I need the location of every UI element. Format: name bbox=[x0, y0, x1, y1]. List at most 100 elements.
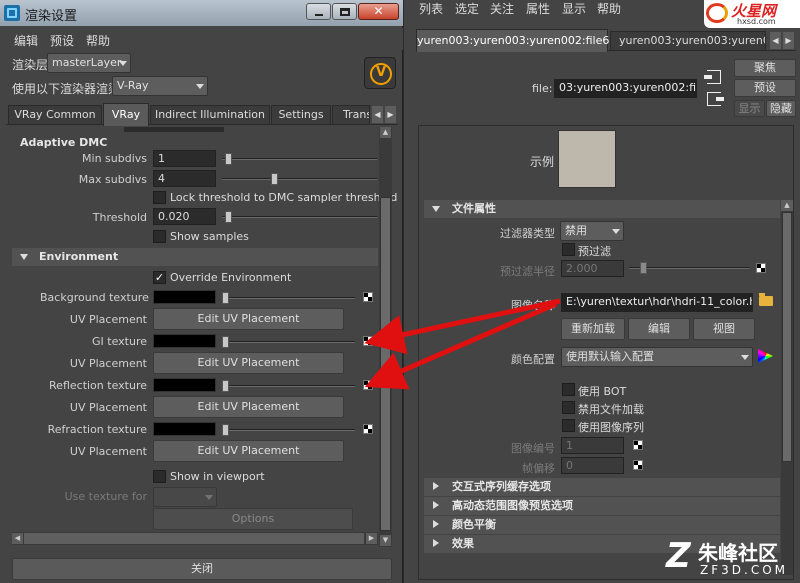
vertical-scrollbar[interactable]: ▲ ▼ bbox=[379, 127, 392, 547]
hide-button[interactable]: 隐藏 bbox=[766, 100, 796, 117]
threshold-field[interactable]: 0.020 bbox=[153, 208, 216, 225]
override-environment-checkbox[interactable]: ✓ bbox=[153, 271, 166, 284]
prefilter-radius-slider[interactable] bbox=[629, 262, 749, 274]
threshold-slider[interactable] bbox=[222, 211, 377, 223]
edit-button[interactable]: 编辑 bbox=[628, 318, 690, 340]
edit-uv-placement-button[interactable]: Edit UV Placement bbox=[153, 352, 344, 374]
input-connection-icon[interactable] bbox=[704, 70, 721, 84]
texture-color-swatch[interactable] bbox=[153, 422, 216, 436]
scroll-thumb[interactable] bbox=[24, 533, 364, 544]
maximize-button[interactable] bbox=[332, 3, 357, 20]
frame-offset-field[interactable]: 0 bbox=[561, 457, 624, 474]
reload-button[interactable]: 重新加载 bbox=[561, 318, 625, 340]
menu-attributes[interactable]: 属性 bbox=[526, 0, 550, 17]
tab-scroll-left-icon[interactable]: ◀ bbox=[770, 32, 781, 49]
slider-handle[interactable] bbox=[222, 380, 229, 392]
collapsed-section-header[interactable]: 高动态范围图像预览选项 bbox=[424, 497, 780, 515]
environment-section-header[interactable]: Environment bbox=[12, 248, 378, 266]
max-subdivs-field[interactable]: 4 bbox=[153, 170, 216, 187]
collapsed-section-header[interactable]: 交互式序列缓存选项 bbox=[424, 478, 780, 496]
scroll-thumb[interactable] bbox=[782, 212, 792, 462]
vertical-scrollbar[interactable]: ▲ bbox=[781, 200, 793, 575]
tab-scroll-right-icon[interactable]: ▶ bbox=[385, 106, 396, 123]
lock-threshold-checkbox[interactable] bbox=[153, 191, 166, 204]
map-button-icon[interactable] bbox=[633, 440, 643, 450]
slider-handle[interactable] bbox=[222, 424, 229, 436]
show-in-viewport-checkbox[interactable] bbox=[153, 470, 166, 483]
tab-vray[interactable]: VRay bbox=[103, 103, 149, 126]
texture-slider[interactable] bbox=[222, 292, 355, 304]
map-button-icon[interactable] bbox=[363, 336, 373, 346]
texture-color-swatch[interactable] bbox=[153, 378, 216, 392]
menu-focus[interactable]: 关注 bbox=[490, 0, 514, 17]
filter-type-dropdown[interactable]: 禁用 bbox=[560, 221, 624, 241]
prefilter-checkbox[interactable] bbox=[562, 243, 575, 256]
output-connection-icon[interactable] bbox=[707, 92, 724, 106]
texture-color-swatch[interactable] bbox=[153, 334, 216, 348]
map-button-icon[interactable] bbox=[363, 380, 373, 390]
min-subdivs-slider[interactable] bbox=[222, 153, 377, 165]
horizontal-scrollbar[interactable]: ◀ ▶ bbox=[12, 532, 378, 545]
scroll-down-icon[interactable]: ▼ bbox=[380, 535, 391, 546]
menu-help[interactable]: 帮助 bbox=[597, 0, 621, 17]
title-bar[interactable]: 渲染设置 ✕ bbox=[0, 0, 403, 26]
scroll-thumb[interactable] bbox=[380, 197, 391, 531]
use-bot-checkbox[interactable] bbox=[562, 383, 575, 396]
map-button-icon[interactable] bbox=[363, 424, 373, 434]
show-samples-checkbox[interactable] bbox=[153, 230, 166, 243]
min-subdivs-field[interactable]: 1 bbox=[153, 150, 216, 167]
minimize-button[interactable] bbox=[306, 3, 331, 20]
texture-color-swatch[interactable] bbox=[153, 290, 216, 304]
slider-handle[interactable] bbox=[225, 153, 232, 165]
texture-slider[interactable] bbox=[222, 336, 355, 348]
prefilter-radius-field[interactable]: 2.000 bbox=[561, 260, 624, 277]
image-number-field[interactable]: 1 bbox=[561, 437, 624, 454]
tab-vray-common[interactable]: VRay Common bbox=[8, 105, 102, 125]
scroll-right-icon[interactable]: ▶ bbox=[366, 533, 377, 544]
slider-handle[interactable] bbox=[225, 211, 232, 223]
max-subdivs-slider[interactable] bbox=[222, 173, 377, 185]
map-button-icon[interactable] bbox=[633, 460, 643, 470]
use-texture-for-dropdown[interactable] bbox=[153, 487, 217, 507]
texture-slider[interactable] bbox=[222, 380, 355, 392]
file-node-name-field[interactable]: 03:yuren003:yuren002:file6 bbox=[554, 79, 697, 98]
slider-handle[interactable] bbox=[640, 262, 647, 274]
texture-slider[interactable] bbox=[222, 424, 355, 436]
map-button-icon[interactable] bbox=[363, 292, 373, 302]
tab-settings[interactable]: Settings bbox=[271, 105, 331, 125]
folder-icon[interactable] bbox=[759, 293, 773, 306]
image-name-field[interactable]: E:\yuren\textur\hdr\hdri-11_color.hdr bbox=[561, 293, 753, 312]
tab-scroll-left-icon[interactable]: ◀ bbox=[372, 106, 383, 123]
menu-edit[interactable]: 编辑 bbox=[14, 32, 38, 49]
menu-show[interactable]: 显示 bbox=[562, 0, 586, 17]
menu-presets[interactable]: 预设 bbox=[50, 32, 74, 49]
scroll-up-icon[interactable]: ▲ bbox=[781, 200, 793, 211]
menu-help[interactable]: 帮助 bbox=[86, 32, 110, 49]
tab-indirect-illumination[interactable]: Indirect Illumination bbox=[150, 105, 270, 125]
presets-button[interactable]: 预设 bbox=[734, 79, 796, 97]
tab-file6[interactable]: yuren003:yuren003:yuren002:file6 bbox=[416, 29, 609, 52]
slider-handle[interactable] bbox=[271, 173, 278, 185]
slider-handle[interactable] bbox=[222, 292, 229, 304]
renderer-dropdown[interactable]: V-Ray bbox=[112, 76, 208, 96]
close-button[interactable]: 关闭 bbox=[12, 558, 392, 580]
view-button[interactable]: 视图 bbox=[693, 318, 755, 340]
menu-selected[interactable]: 选定 bbox=[455, 0, 479, 17]
collapsed-section-header[interactable]: 颜色平衡 bbox=[424, 516, 780, 534]
render-layer-dropdown[interactable]: masterLayer bbox=[47, 53, 131, 73]
scroll-up-icon[interactable]: ▲ bbox=[380, 127, 391, 138]
options-button[interactable]: Options bbox=[153, 508, 353, 530]
map-button-icon[interactable] bbox=[756, 263, 766, 273]
edit-uv-placement-button[interactable]: Edit UV Placement bbox=[153, 440, 344, 462]
slider-handle[interactable] bbox=[222, 336, 229, 348]
edit-uv-placement-button[interactable]: Edit UV Placement bbox=[153, 308, 344, 330]
close-window-button[interactable]: ✕ bbox=[358, 3, 399, 20]
color-profile-dropdown[interactable]: 使用默认输入配置 bbox=[561, 347, 753, 367]
disable-file-load-checkbox[interactable] bbox=[562, 401, 575, 414]
menu-list[interactable]: 列表 bbox=[419, 0, 443, 17]
use-image-sequence-checkbox[interactable] bbox=[562, 419, 575, 432]
tab-second-node[interactable]: yuren003:yuren003:yuren00 bbox=[610, 31, 766, 51]
show-button[interactable]: 显示 bbox=[734, 100, 765, 117]
focus-button[interactable]: 聚焦 bbox=[734, 59, 796, 77]
edit-uv-placement-button[interactable]: Edit UV Placement bbox=[153, 396, 344, 418]
